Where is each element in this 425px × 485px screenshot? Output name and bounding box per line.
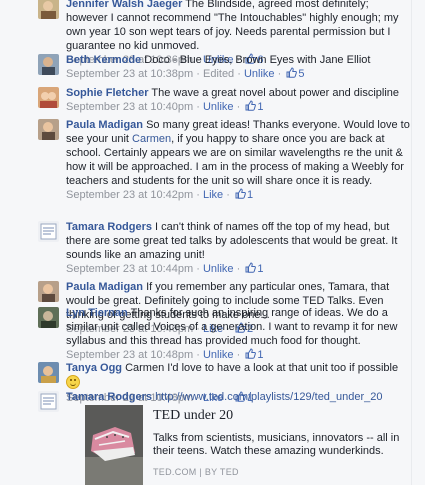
avatar[interactable]: [38, 221, 59, 242]
preview-source: TED.COM | BY TED: [153, 467, 239, 477]
link-preview-card[interactable]: TED under 20 Talks from scientists, musi…: [85, 405, 410, 485]
thumbs-up-icon: [245, 348, 257, 359]
avatar[interactable]: [38, 281, 59, 302]
comment-meta: September 23 at 10:38pm · Edited · Unlik…: [66, 67, 305, 80]
comment-body: Tamara Rodgers I can't think of names of…: [66, 220, 411, 276]
comment-body: Paula Madigan So many great ideas! Thank…: [66, 118, 411, 202]
like-count[interactable]: 1: [257, 263, 263, 275]
like-count[interactable]: 5: [298, 68, 304, 80]
thumbs-up-icon: [286, 67, 298, 78]
comment-time[interactable]: September 23 at 10:48pm: [66, 349, 193, 361]
avatar[interactable]: [38, 87, 59, 108]
like-link[interactable]: Like: [203, 189, 223, 201]
comment-time[interactable]: September 23 at 10:42pm: [66, 189, 193, 201]
comment-text: Doco - Blue Eyes, Brown Eyes with Jane E…: [141, 54, 371, 66]
comment-time[interactable]: September 23 at 10:38pm: [66, 68, 193, 80]
preview-thumbnail[interactable]: [85, 405, 143, 485]
comment-time[interactable]: September 23 at 10:44pm: [66, 263, 193, 275]
comment-author[interactable]: Paula Madigan: [66, 281, 143, 293]
edited-label[interactable]: Edited: [203, 68, 234, 80]
avatar[interactable]: [38, 362, 59, 383]
unlike-link[interactable]: Unlike: [203, 349, 234, 361]
avatar[interactable]: [38, 307, 59, 328]
preview-title[interactable]: TED under 20: [153, 409, 233, 423]
comment-meta: September 23 at 10:40pm · Unlike · 1: [66, 100, 264, 113]
comment-text: The wave a great novel about power and d…: [148, 87, 400, 99]
unlike-link[interactable]: Unlike: [203, 101, 234, 113]
avatar[interactable]: [38, 119, 59, 140]
avatar[interactable]: [38, 54, 59, 75]
avatar[interactable]: [38, 391, 59, 412]
comment-author[interactable]: Lyn Tiernan: [66, 307, 128, 319]
comment-author[interactable]: Beth Kermode: [66, 54, 141, 66]
comment-body: Beth Kermode Doco - Blue Eyes, Brown Eye…: [66, 53, 411, 81]
like-count[interactable]: 1: [257, 349, 263, 361]
unlike-link[interactable]: Unlike: [203, 263, 234, 275]
scroll-edge: [411, 0, 412, 485]
comment-author[interactable]: Paula Madigan: [66, 119, 143, 131]
comment-time[interactable]: September 23 at 10:40pm: [66, 101, 193, 113]
unlike-link[interactable]: Unlike: [244, 68, 275, 80]
smile-emoji-icon: [66, 375, 80, 389]
preview-description: Talks from scientists, musicians, innova…: [153, 432, 400, 457]
thumbs-up-icon: [245, 262, 257, 273]
thumbs-up-icon: [235, 188, 246, 199]
comment-meta: September 23 at 10:44pm · Unlike · 1: [66, 262, 264, 275]
like-count[interactable]: 1: [257, 101, 263, 113]
comment-author[interactable]: Tanya Ogg: [66, 362, 122, 374]
comment-author[interactable]: Jennifer Walsh Jaeger: [66, 0, 182, 10]
comment-meta: September 23 at 10:42pm · Like · 1: [66, 188, 254, 201]
comment-author[interactable]: Tamara Rodgers: [66, 221, 152, 233]
comment-author[interactable]: Tamara Rodgers: [66, 391, 152, 403]
avatar[interactable]: [38, 0, 59, 19]
mention-link[interactable]: Carmen: [132, 133, 171, 145]
comment-author[interactable]: Sophie Fletcher: [66, 87, 149, 99]
comment-body: Tamara Rodgers http://www.ted.com/playli…: [66, 390, 411, 404]
comment-text: Carmen I'd love to have a look at that u…: [122, 362, 399, 374]
comment-body: Sophie Fletcher The wave a great novel a…: [66, 86, 411, 114]
thumbs-up-icon: [245, 100, 257, 111]
like-count[interactable]: 1: [247, 189, 253, 201]
shared-link[interactable]: http://www.ted.com/playlists/129/ted_und…: [155, 391, 382, 403]
comment-body: Lyn Tiernan Thanks for such an inspiring…: [66, 306, 411, 362]
comment-meta: September 23 at 10:48pm · Unlike · 1: [66, 348, 264, 361]
